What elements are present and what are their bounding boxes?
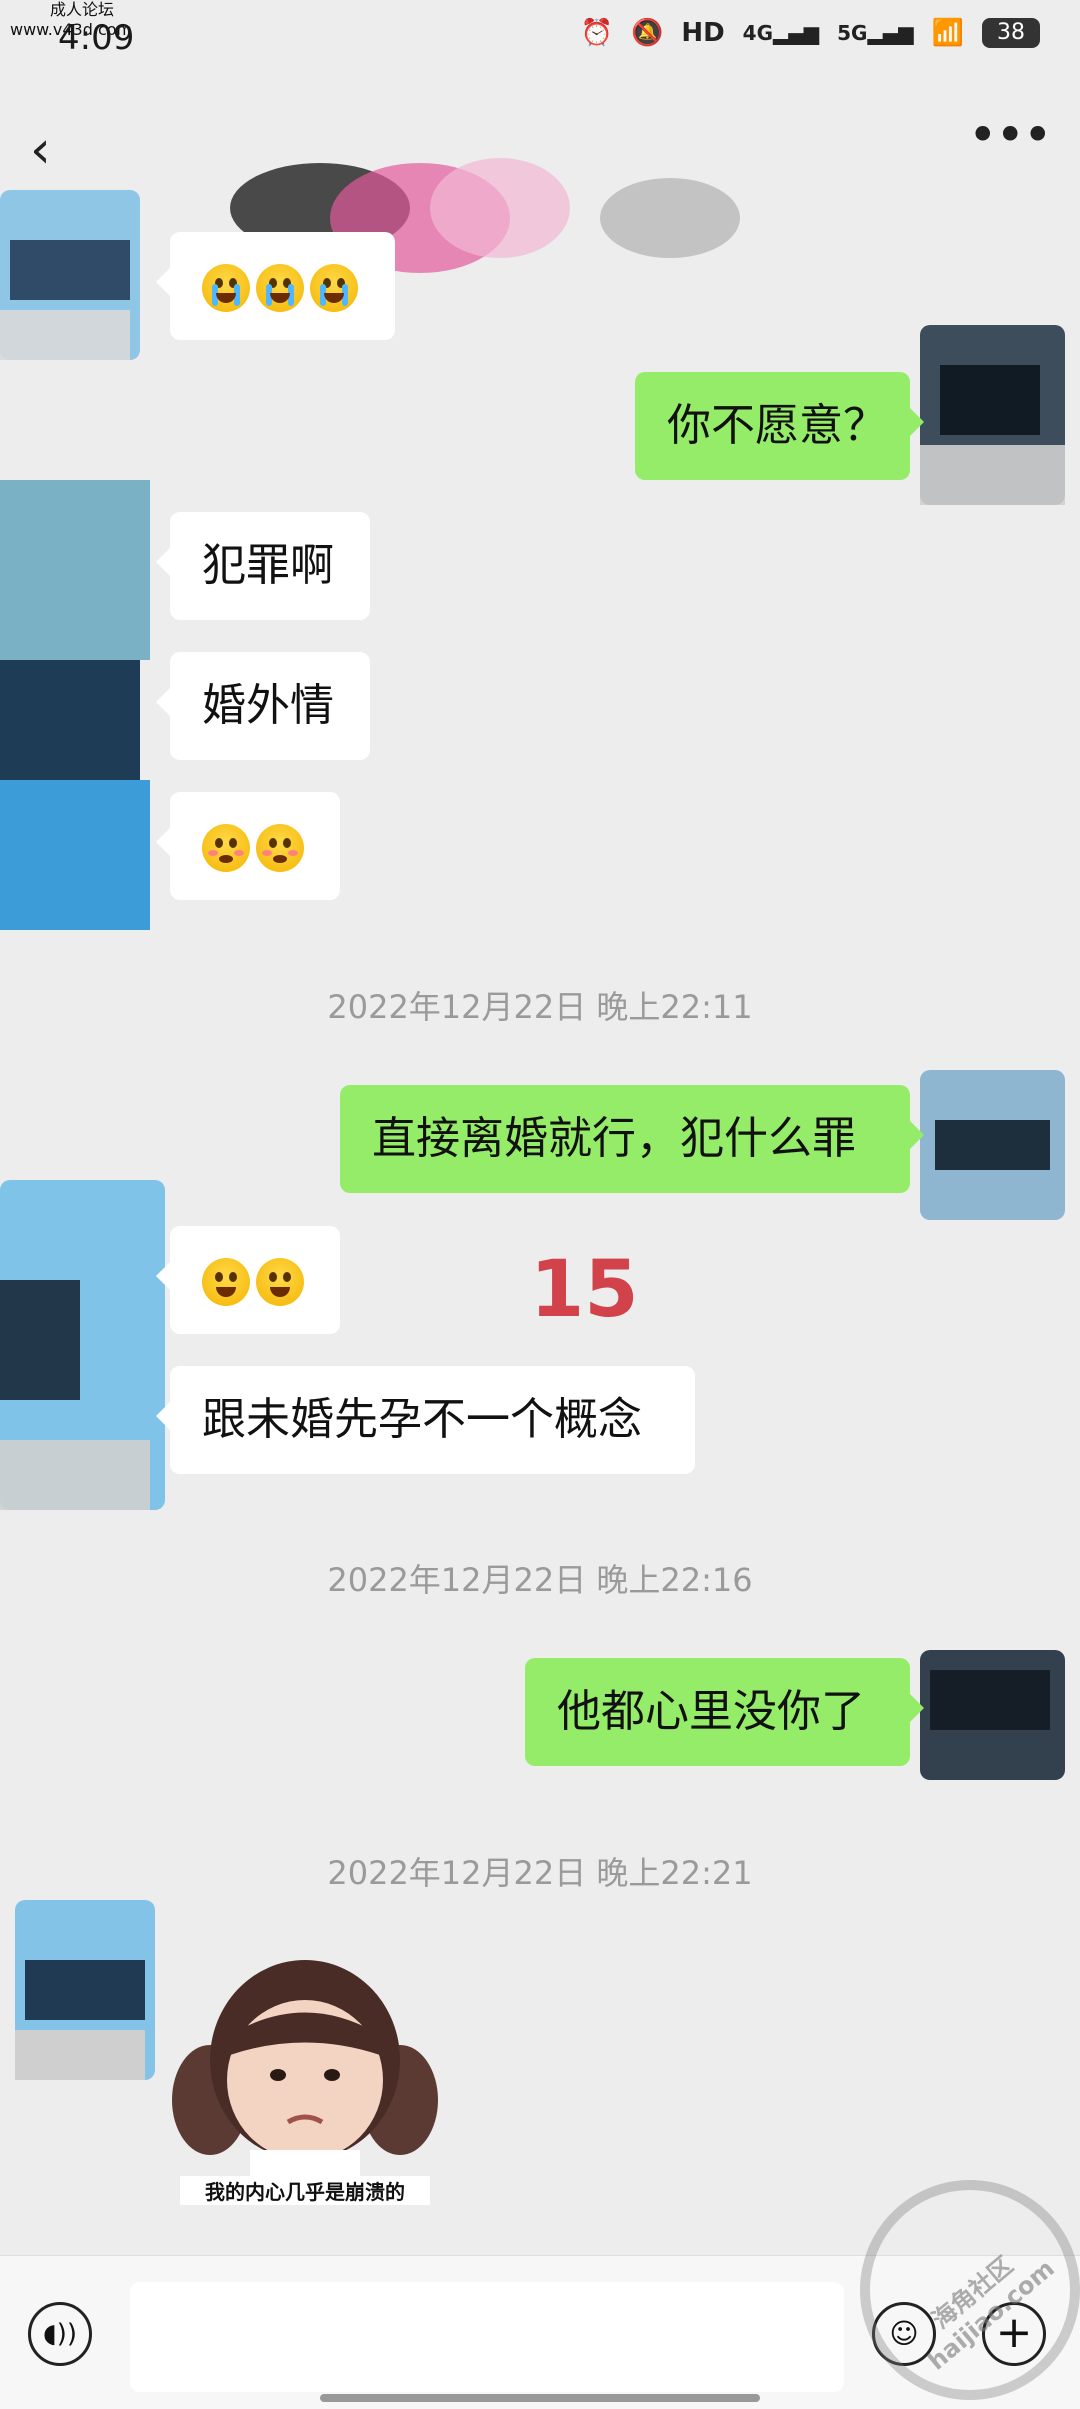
wifi-icon: 📶 (931, 18, 964, 48)
message-bubble-incoming[interactable]: 婚外情 (156, 652, 370, 760)
message-bubble-outgoing[interactable]: 你不愿意？ (635, 372, 924, 480)
message-text: 他都心里没你了 (557, 1686, 865, 1737)
sticker-caption: 我的内心几乎是崩溃的 (180, 2176, 430, 2205)
status-bar: 4:09 ⏰ 🔕 HD 4G▂▄▆ 5G▂▄▆ 📶 38 (0, 0, 1080, 90)
avatar-self[interactable] (920, 1650, 1065, 1780)
message-bubble-outgoing[interactable]: 他都心里没你了 (525, 1658, 924, 1766)
crying-kid-sticker-image (172, 1960, 438, 2176)
home-indicator[interactable] (320, 2394, 760, 2402)
status-time: 4:09 (58, 18, 135, 58)
nav-bar: ‹ ••• (0, 90, 1080, 273)
mute-icon: 🔕 (630, 18, 664, 48)
timestamp: 2022年12月22日 晚上22:16 (327, 1561, 753, 1599)
flushed-emoji-icon (202, 824, 250, 872)
watermark-stamp-text: 海角社区 haijiao.com (891, 2220, 1069, 2384)
message-bubble-incoming[interactable] (156, 232, 395, 340)
message-text: 跟未婚先孕不一个概念 (202, 1394, 642, 1445)
4g-icon: 4G▂▄▆ (742, 21, 820, 45)
battery-indicator: 38 (982, 18, 1040, 48)
tears-of-joy-emoji-icon (256, 1258, 304, 1306)
message-bubble-outgoing[interactable]: 直接离婚就行，犯什么罪 (340, 1085, 924, 1193)
avatar-self[interactable] (920, 1050, 1065, 1230)
message-bubble-incoming[interactable] (156, 792, 340, 900)
loudly-crying-emoji-icon (202, 264, 250, 312)
avatar-contact[interactable] (15, 1900, 155, 2080)
tears-of-joy-emoji-icon (202, 1258, 250, 1306)
hd-icon: HD (681, 18, 725, 48)
message-bubble-incoming[interactable] (156, 1226, 340, 1334)
loudly-crying-emoji-icon (256, 264, 304, 312)
message-text: 犯罪啊 (202, 540, 334, 591)
status-icons: ⏰ 🔕 HD 4G▂▄▆ 5G▂▄▆ 📶 38 (581, 18, 1040, 48)
timestamp: 2022年12月22日 晚上22:21 (327, 1854, 753, 1892)
timestamp: 2022年12月22日 晚上22:11 (327, 988, 753, 1026)
message-bubble-incoming[interactable]: 犯罪啊 (156, 512, 370, 620)
message-text: 你不愿意？ (667, 400, 887, 451)
overlay-number: 15 (530, 1245, 639, 1335)
sticker-message[interactable]: 我的内心几乎是崩溃的 (170, 1950, 440, 2210)
more-icon[interactable]: ••• (968, 110, 1052, 170)
message-input[interactable] (130, 2282, 844, 2392)
voice-icon[interactable]: ◖)) (28, 2302, 92, 2366)
avatar-self[interactable] (920, 325, 1065, 505)
message-text: 直接离婚就行，犯什么罪 (372, 1113, 856, 1164)
avatar-contact[interactable] (0, 1180, 170, 1510)
watermark-stamp: 海角社区 haijiao.com (860, 2180, 1080, 2400)
avatar-contact[interactable] (0, 480, 160, 930)
message-bubble-incoming[interactable]: 跟未婚先孕不一个概念 (156, 1366, 695, 1474)
avatar-contact[interactable] (0, 180, 150, 370)
loudly-crying-emoji-icon (310, 264, 358, 312)
message-text: 婚外情 (202, 680, 334, 731)
5g-icon: 5G▂▄▆ (837, 21, 914, 45)
flushed-emoji-icon (256, 824, 304, 872)
back-icon[interactable]: ‹ (30, 120, 90, 180)
alarm-icon: ⏰ (580, 18, 613, 48)
